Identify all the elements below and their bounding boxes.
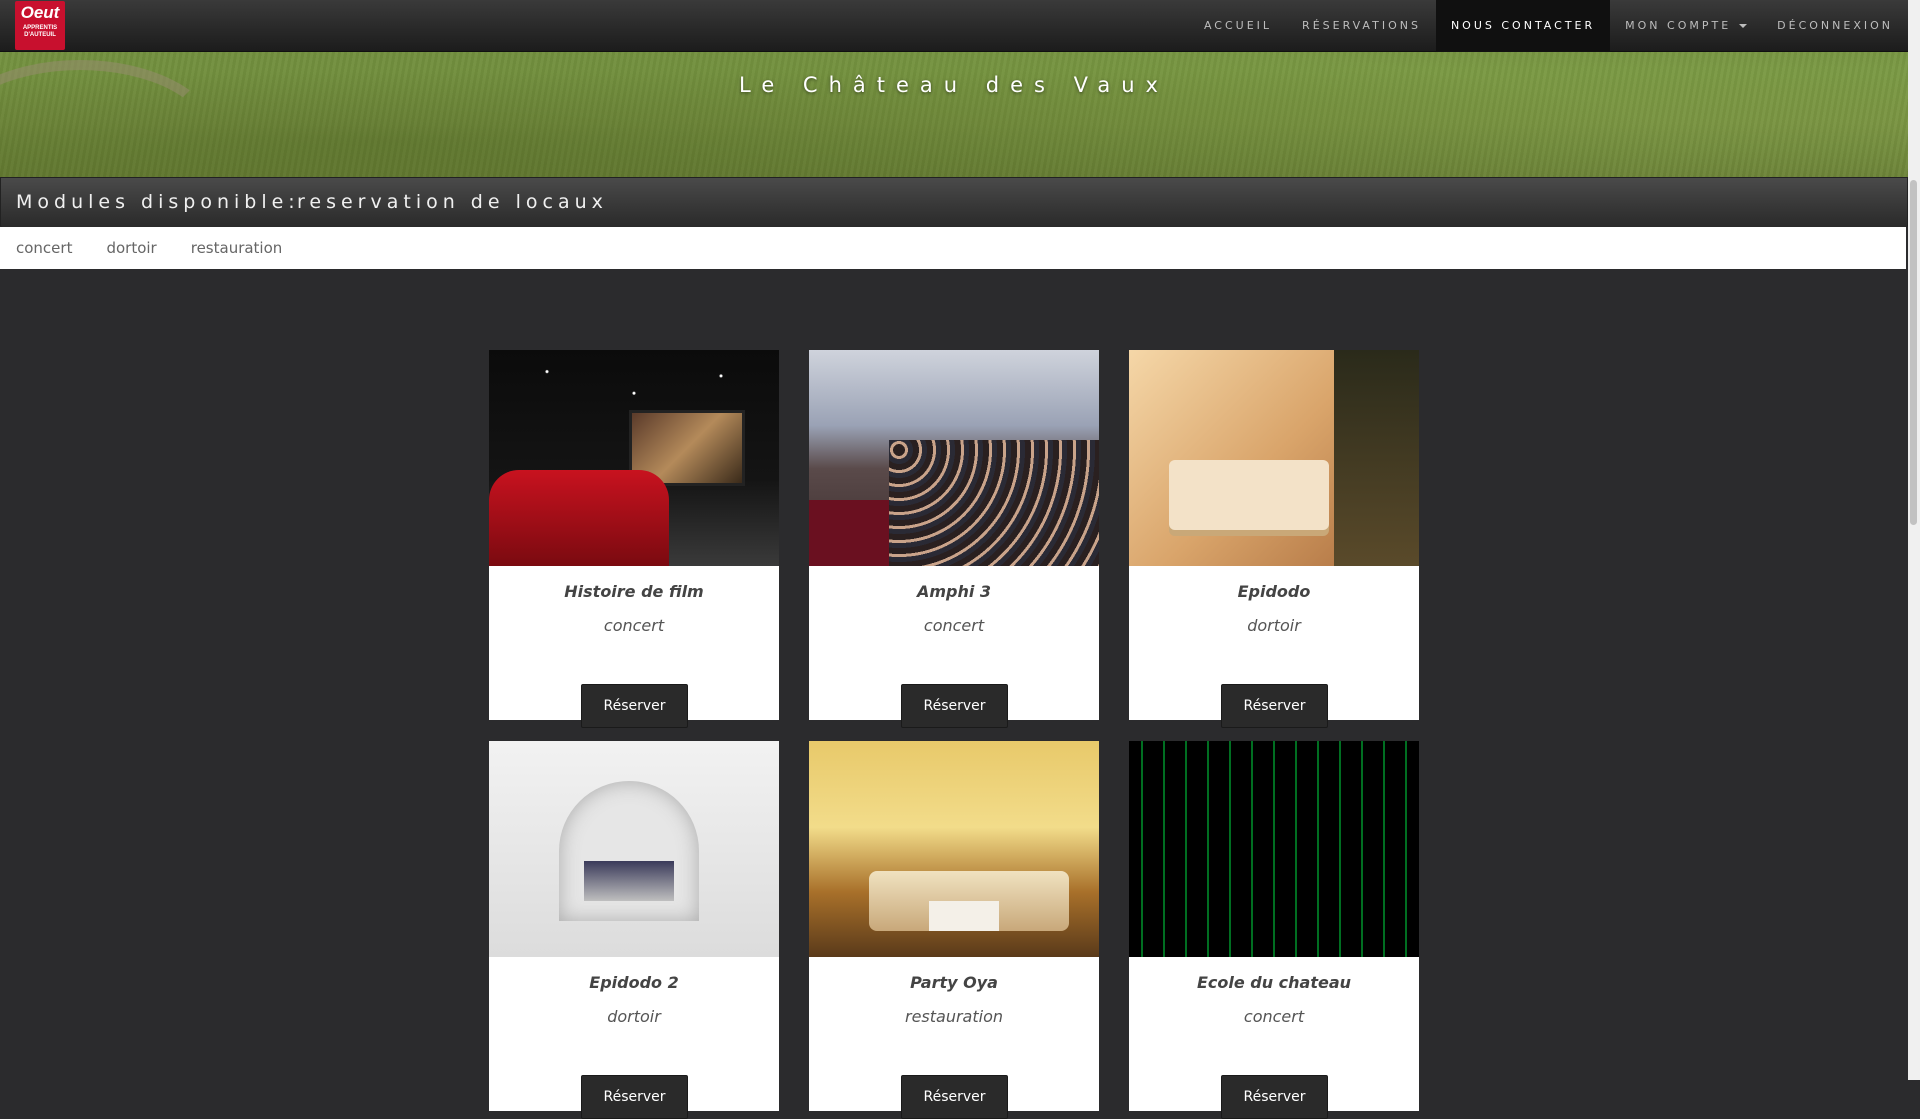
nav-nous-contacter-label: NOUS CONTACTER (1450, 19, 1596, 32)
bed-shape (1169, 460, 1329, 530)
filter-concert[interactable]: concert (16, 239, 72, 257)
reserve-button[interactable]: Réserver (901, 1075, 1008, 1119)
modules-subtitle: reservation de locaux (297, 191, 608, 213)
nav-deconnexion[interactable]: DÉCONNEXION (1762, 0, 1908, 51)
lecture-hall-image (809, 350, 1099, 566)
logo-line-1: APPRENTIS (22, 25, 58, 31)
nav-accueil[interactable]: ACCUEIL (1189, 0, 1287, 51)
modules-header: Modules disponible: reservation de locau… (0, 177, 1908, 228)
nav-reservations[interactable]: RÉSERVATIONS (1287, 0, 1436, 51)
room-name: Party Oya (910, 973, 998, 992)
logo-mark: Oeut (20, 3, 60, 22)
salon-image (809, 741, 1099, 957)
top-navbar: Oeut APPRENTIS D'AUTEUIL ACCUEIL RÉSERVA… (0, 0, 1908, 52)
caret-down-icon (1739, 24, 1748, 28)
hero-title: Le Château des Vaux (739, 73, 1169, 97)
nav-accueil-label: ACCUEIL (1203, 19, 1273, 32)
nav-reservations-label: RÉSERVATIONS (1302, 19, 1421, 32)
apprentis-auteuil-logo[interactable]: Oeut APPRENTIS D'AUTEUIL (15, 1, 65, 50)
reserve-button[interactable]: Réserver (581, 684, 688, 728)
room-card: Party Oya restauration Réserver (809, 741, 1099, 1119)
room-card: Histoire de film concert Réserver (489, 350, 779, 728)
room-category: dortoir (1247, 616, 1301, 635)
table-shape (929, 901, 999, 931)
room-category: concert (923, 616, 985, 635)
logo-line-2: D'AUTEUIL (24, 32, 56, 38)
alcove-bed-shape (584, 861, 674, 901)
nav-mon-compte-dropdown[interactable]: MON COMPTE (1610, 0, 1762, 51)
reserve-button[interactable]: Réserver (1221, 1075, 1328, 1119)
room-category: concert (1243, 1007, 1305, 1026)
category-filter-bar: concert dortoir restauration (0, 227, 1906, 269)
room-card: Epidodo 2 dortoir Réserver (489, 741, 779, 1119)
matrix-code-image (1129, 741, 1419, 957)
room-card: Ecole du chateau concert Réserver (1129, 741, 1419, 1119)
reserve-button[interactable]: Réserver (1221, 684, 1328, 728)
hall-crowd-shape (889, 440, 1099, 566)
cinema-room-image (489, 350, 779, 566)
room-name: Epidodo 2 (589, 973, 679, 992)
cinema-seats-shape (489, 470, 669, 566)
room-card: Epidodo dortoir Réserver (1129, 350, 1419, 728)
room-name: Amphi 3 (916, 582, 992, 601)
room-name: Histoire de film (564, 582, 704, 601)
modules-label: Modules disponible: (16, 191, 300, 213)
filter-restauration[interactable]: restauration (191, 239, 283, 257)
page-scrollbar[interactable] (1908, 0, 1920, 1080)
room-name: Epidodo (1237, 582, 1311, 601)
bedroom-image (1129, 350, 1419, 566)
filter-dortoir[interactable]: dortoir (106, 239, 156, 257)
room-category: restauration (904, 1007, 1003, 1026)
reserve-button[interactable]: Réserver (901, 684, 1008, 728)
room-card: Amphi 3 concert Réserver (809, 350, 1099, 728)
scrollbar-thumb[interactable] (1910, 180, 1917, 525)
arched-bedroom-image (489, 741, 779, 957)
nav-nous-contacter[interactable]: NOUS CONTACTER (1435, 0, 1611, 51)
room-category: concert (603, 616, 665, 635)
nav-deconnexion-label: DÉCONNEXION (1777, 19, 1893, 32)
nav-menu: ACCUEIL RÉSERVATIONS NOUS CONTACTER MON … (1189, 0, 1908, 51)
room-category: dortoir (607, 1007, 661, 1026)
room-name: Ecole du chateau (1196, 973, 1352, 992)
nav-mon-compte-label: MON COMPTE (1625, 19, 1732, 32)
bedroom-window-shape (1334, 350, 1419, 566)
reserve-button[interactable]: Réserver (581, 1075, 688, 1119)
